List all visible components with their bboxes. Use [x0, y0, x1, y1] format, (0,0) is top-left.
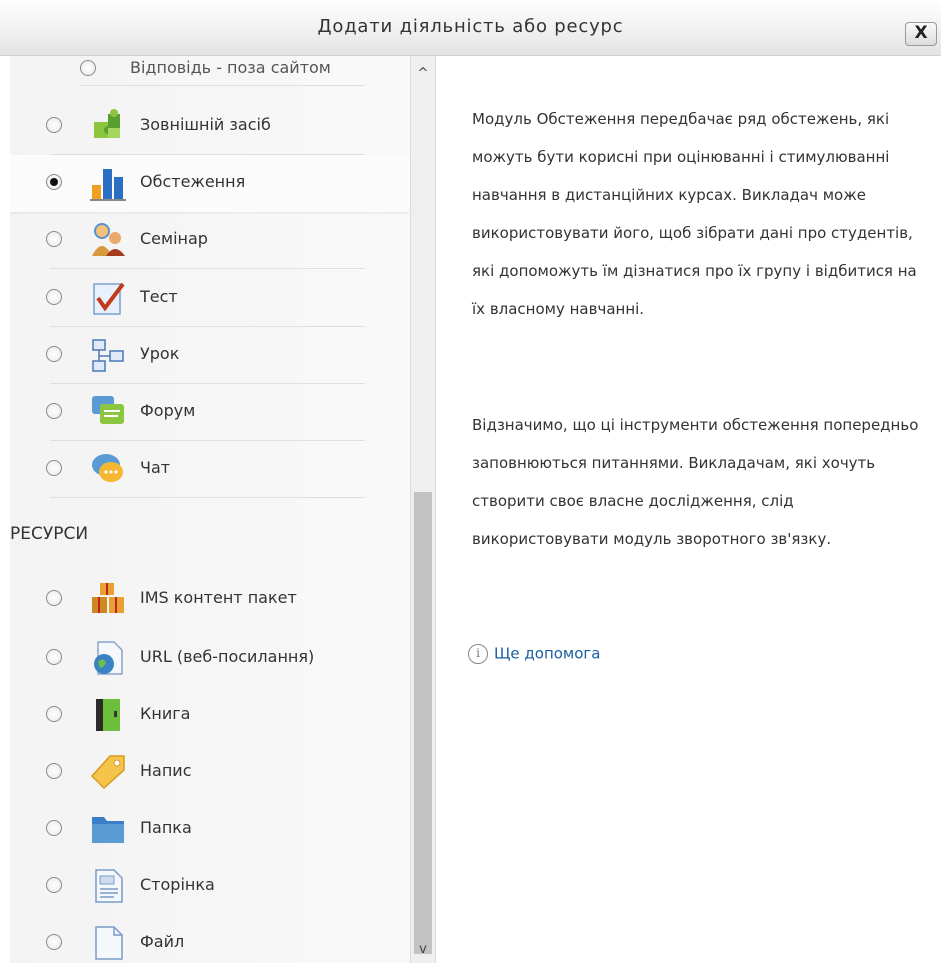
- info-circle-icon: i: [468, 644, 488, 664]
- people-icon: [92, 223, 125, 256]
- list-item-label: Папка: [140, 818, 192, 837]
- boxes-icon: [92, 583, 124, 613]
- description-paragraph: Модуль Обстеження передбачає ряд обстеже…: [472, 110, 917, 318]
- radio-button[interactable]: [46, 706, 62, 722]
- add-activity-dialog: Додати діяльність або ресурс X Відповідь…: [0, 0, 941, 963]
- list-item-label: Семінар: [140, 229, 208, 248]
- globe-page-icon: [94, 641, 123, 675]
- list-item-file[interactable]: Файл: [10, 915, 410, 963]
- list-item-label: Урок: [140, 344, 180, 363]
- resources-heading: РЕСУРСИ: [10, 524, 89, 544]
- puzzle-icon: [94, 109, 120, 138]
- radio-button[interactable]: [46, 934, 62, 950]
- divider: [50, 497, 365, 498]
- list-item-label: Файл: [140, 932, 185, 951]
- module-description-pane: Модуль Обстеження передбачає ряд обстеже…: [436, 56, 941, 963]
- list-item-external-reply[interactable]: Відповідь - поза сайтом: [10, 56, 410, 86]
- radio-button[interactable]: [46, 117, 62, 133]
- radio-button-selected[interactable]: [46, 174, 62, 190]
- list-item-forum[interactable]: Форум: [10, 384, 410, 441]
- list-item-book[interactable]: Книга: [10, 687, 410, 744]
- list-item-label: Відповідь - поза сайтом: [130, 58, 331, 77]
- list-item-ims-package[interactable]: IMS контент пакет: [10, 571, 410, 628]
- list-item-label: IMS контент пакет: [140, 588, 297, 607]
- divider: [50, 268, 365, 269]
- list-item-survey[interactable]: Обстеження: [10, 155, 410, 212]
- list-item-page[interactable]: Сторінка: [10, 858, 410, 915]
- module-list: Відповідь - поза сайтом Зовнішній засіб …: [10, 56, 410, 963]
- forum-icon: [92, 396, 124, 424]
- list-item-label: URL (веб-посилання): [140, 647, 315, 666]
- divider: [80, 85, 365, 86]
- bar-chart-icon: [90, 169, 126, 201]
- list-item-label: Обстеження: [140, 172, 246, 191]
- chat-bubble-icon: [92, 454, 123, 482]
- list-item-seminar[interactable]: Семінар: [10, 212, 410, 269]
- radio-button[interactable]: [46, 460, 62, 476]
- folder-icon: [92, 817, 124, 843]
- list-item-label: Чат: [140, 458, 171, 477]
- tag-icon: [90, 755, 125, 790]
- flowchart-icon: [92, 339, 124, 372]
- scroll-up-arrow-icon[interactable]: ^: [411, 64, 435, 84]
- more-help-link[interactable]: i Ще допомога: [468, 644, 601, 664]
- book-icon: [96, 699, 120, 731]
- list-item-label: Сторінка: [140, 875, 215, 894]
- list-item-folder[interactable]: Папка: [10, 801, 410, 858]
- radio-button[interactable]: [46, 231, 62, 247]
- scroll-down-arrow-icon[interactable]: v: [411, 940, 435, 960]
- list-item-label: Форум: [140, 401, 196, 420]
- list-item-label: Напис: [140, 761, 192, 780]
- list-item-label: Тест: [140, 287, 178, 306]
- page-icon: [95, 869, 123, 903]
- file-icon: [95, 926, 123, 960]
- checkmark-page-icon: [93, 282, 125, 315]
- radio-button[interactable]: [46, 346, 62, 362]
- scroll-thumb[interactable]: [414, 492, 432, 954]
- list-item-chat[interactable]: Чат: [10, 441, 410, 498]
- list-scrollbar[interactable]: ^ v: [410, 56, 436, 963]
- close-button[interactable]: X: [905, 22, 937, 46]
- dialog-titlebar: Додати діяльність або ресурс X: [0, 0, 941, 56]
- dialog-title: Додати діяльність або ресурс: [317, 16, 624, 37]
- list-item-external-tool[interactable]: Зовнішній засіб: [10, 98, 410, 155]
- list-item-label: Книга: [140, 704, 191, 723]
- help-link-text[interactable]: Ще допомога: [494, 645, 601, 663]
- radio-button[interactable]: [46, 877, 62, 893]
- list-item-lesson[interactable]: Урок: [10, 327, 410, 384]
- radio-button[interactable]: [46, 649, 62, 665]
- list-item-url[interactable]: URL (веб-посилання): [10, 630, 410, 687]
- radio-button[interactable]: [46, 820, 62, 836]
- description-paragraph: Відзначимо, що ці інструменти обстеження…: [472, 416, 919, 548]
- radio-button[interactable]: [80, 60, 96, 76]
- list-item-quiz[interactable]: Тест: [10, 270, 410, 327]
- radio-button[interactable]: [46, 590, 62, 606]
- list-item-label-resource[interactable]: Напис: [10, 744, 410, 801]
- list-item-label: Зовнішній засіб: [140, 115, 271, 134]
- radio-button[interactable]: [46, 763, 62, 779]
- radio-button[interactable]: [46, 403, 62, 419]
- radio-button[interactable]: [46, 289, 62, 305]
